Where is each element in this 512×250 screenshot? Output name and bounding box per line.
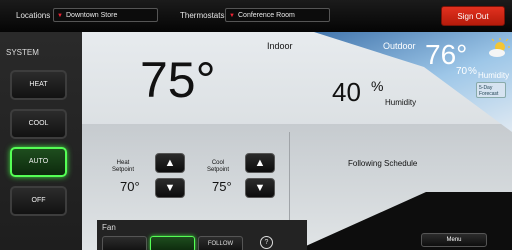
heat-button[interactable]: HEAT <box>10 70 67 100</box>
fan-panel: Fan FOLLOW ? <box>97 220 307 250</box>
cool-setpoint-label: Cool Setpoint <box>207 160 230 173</box>
outdoor-humidity-unit: % <box>468 66 477 77</box>
chevron-up-icon: ▲ <box>164 157 176 169</box>
fan-follow-button[interactable]: FOLLOW <box>198 236 243 250</box>
menu-button[interactable]: Menu <box>421 233 487 247</box>
outdoor-humidity-value: 70 <box>456 66 468 77</box>
chevron-up-icon: ▲ <box>254 157 266 169</box>
top-bar: Locations ▼ Downtown Store Thermostats ▼… <box>0 0 512 32</box>
indoor-humidity-label: Humidity <box>385 98 417 107</box>
fan-label: Fan <box>102 223 116 232</box>
thermostat-value: Conference Room <box>238 12 295 19</box>
divider <box>289 132 290 222</box>
cool-setpoint-value: 75° <box>212 179 232 194</box>
indoor-humidity-value: 40 <box>332 77 361 107</box>
cool-setpoint-down-button[interactable]: ▼ <box>245 178 275 198</box>
five-day-forecast-link[interactable]: 5-Day Forecast <box>476 82 506 98</box>
indoor-temperature: 75° <box>140 52 216 108</box>
outdoor-label: Outdoor <box>383 41 416 51</box>
off-button[interactable]: OFF <box>10 186 67 216</box>
schedule-status: Following Schedule <box>348 159 418 168</box>
heat-setpoint-value: 70° <box>120 179 140 194</box>
auto-button[interactable]: AUTO <box>10 147 67 177</box>
chevron-down-icon: ▼ <box>254 182 266 194</box>
main-panel: Indoor 75° 40 % Humidity Outdoor 76° 70 … <box>82 32 512 250</box>
cool-button[interactable]: COOL <box>10 109 67 139</box>
thermostat-dropdown[interactable]: ▼ Conference Room <box>225 8 330 22</box>
system-label: SYSTEM <box>6 48 39 57</box>
chevron-down-icon: ▼ <box>164 182 176 194</box>
sun-cloud-icon <box>489 38 510 57</box>
fan-auto-button[interactable] <box>150 236 195 250</box>
location-value: Downtown Store <box>66 12 118 19</box>
heat-setpoint-up-button[interactable]: ▲ <box>155 153 185 173</box>
heat-setpoint-label: Heat Setpoint <box>112 160 135 173</box>
locations-label: Locations <box>16 11 51 20</box>
thermostats-label: Thermostats <box>180 11 225 20</box>
indoor-humidity-unit: % <box>371 78 384 94</box>
help-icon[interactable]: ? <box>260 236 273 249</box>
cool-setpoint-up-button[interactable]: ▲ <box>245 153 275 173</box>
outdoor-humidity-label: Humidity <box>478 71 510 80</box>
caret-down-icon: ▼ <box>229 13 235 19</box>
caret-down-icon: ▼ <box>57 13 63 19</box>
indoor-label: Indoor <box>267 41 293 51</box>
sign-out-button[interactable]: Sign Out <box>441 6 505 26</box>
system-panel: SYSTEM HEAT COOL AUTO OFF <box>0 32 83 250</box>
location-dropdown[interactable]: ▼ Downtown Store <box>53 8 158 22</box>
fan-on-button[interactable] <box>102 236 147 250</box>
heat-setpoint-down-button[interactable]: ▼ <box>155 178 185 198</box>
